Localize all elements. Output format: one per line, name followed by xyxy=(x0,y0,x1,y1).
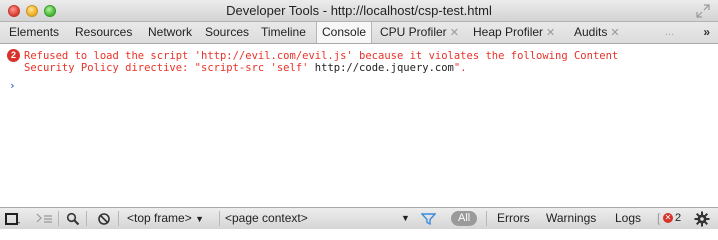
window-title: Developer Tools - http://localhost/csp-t… xyxy=(226,3,492,18)
frame-select[interactable]: <top frame> ▼ xyxy=(127,208,204,229)
bracket-divider: [ xyxy=(657,211,661,225)
tab-label: Resources xyxy=(75,25,133,39)
console-output[interactable]: 2 Refused to load the script 'http://evi… xyxy=(0,44,718,207)
clear-console-icon[interactable] xyxy=(97,212,111,226)
error-line-1: Refused to load the script 'http://evil.… xyxy=(24,50,619,62)
console-error-message: Refused to load the script 'http://evil.… xyxy=(24,50,714,74)
tab-cpu-profiler[interactable]: CPU Profiler ✕ xyxy=(375,22,464,43)
filter-warnings-button[interactable]: Warnings xyxy=(546,208,596,229)
toolbar-separator xyxy=(58,211,59,226)
context-select[interactable]: <page context> xyxy=(225,208,308,229)
chevron-down-icon: ▼ xyxy=(195,214,204,224)
bottom-toolbar: <top frame> ▼ <page context> ▼ All Error… xyxy=(0,207,718,229)
console-prompt-icon[interactable]: › xyxy=(9,79,16,92)
tab-console[interactable]: Console xyxy=(316,22,373,43)
tab-label: Timeline xyxy=(261,25,306,39)
show-drawer-icon[interactable] xyxy=(36,213,53,225)
tab-overflow-button[interactable]: » xyxy=(703,22,710,43)
dock-icon[interactable] xyxy=(5,212,21,226)
error-count-icon[interactable]: ✕ xyxy=(663,213,673,223)
error-count[interactable]: 2 xyxy=(675,208,681,229)
filter-all-button[interactable]: All xyxy=(451,211,478,226)
gear-icon[interactable] xyxy=(694,211,710,227)
tab-label: Network xyxy=(148,25,193,39)
error-line-2-suffix: ". xyxy=(453,62,467,74)
more-tabs-ellipsis[interactable]: ... xyxy=(665,22,674,43)
tab-timeline[interactable]: Timeline xyxy=(256,22,311,43)
search-icon[interactable] xyxy=(66,212,80,226)
tab-label: CPU Profiler xyxy=(380,25,447,39)
toolbar-separator xyxy=(86,211,87,226)
panel-tabbar: Elements Resources Network Sources Timel… xyxy=(0,22,718,44)
frame-select-value: <top frame> xyxy=(127,211,192,225)
toolbar-separator xyxy=(486,211,487,226)
error-line-2-prefix: Security Policy directive: "script-src '… xyxy=(24,62,315,74)
window-titlebar: Developer Tools - http://localhost/csp-t… xyxy=(0,0,718,22)
fullscreen-icon[interactable] xyxy=(696,4,710,18)
toolbar-separator xyxy=(118,211,119,226)
tab-elements[interactable]: Elements xyxy=(4,22,64,43)
context-select-value: <page context> xyxy=(225,211,308,225)
tab-label: Heap Profiler xyxy=(473,25,544,39)
toolbar-separator xyxy=(219,211,220,226)
error-count-icon: 2 xyxy=(7,49,20,62)
error-url-link[interactable]: http://code.jquery.com xyxy=(315,62,454,74)
tab-network[interactable]: Network xyxy=(143,22,197,43)
tab-resources[interactable]: Resources xyxy=(70,22,137,43)
filter-icon[interactable] xyxy=(421,212,436,226)
close-tab-icon[interactable]: ✕ xyxy=(546,27,555,39)
tab-label: Elements xyxy=(9,25,60,39)
close-tab-icon[interactable]: ✕ xyxy=(610,27,619,39)
close-tab-icon[interactable]: ✕ xyxy=(450,27,459,39)
tab-heap-profiler[interactable]: Heap Profiler ✕ xyxy=(468,22,560,43)
tab-audits[interactable]: Audits ✕ xyxy=(569,22,625,43)
filter-logs-button[interactable]: Logs xyxy=(615,208,641,229)
tab-label: Audits xyxy=(574,25,608,39)
chevron-down-icon[interactable]: ▼ xyxy=(401,208,410,229)
filter-errors-button[interactable]: Errors xyxy=(497,208,530,229)
tab-label: Sources xyxy=(205,25,250,39)
tab-sources[interactable]: Sources xyxy=(200,22,254,43)
tab-label: Console xyxy=(322,25,367,39)
